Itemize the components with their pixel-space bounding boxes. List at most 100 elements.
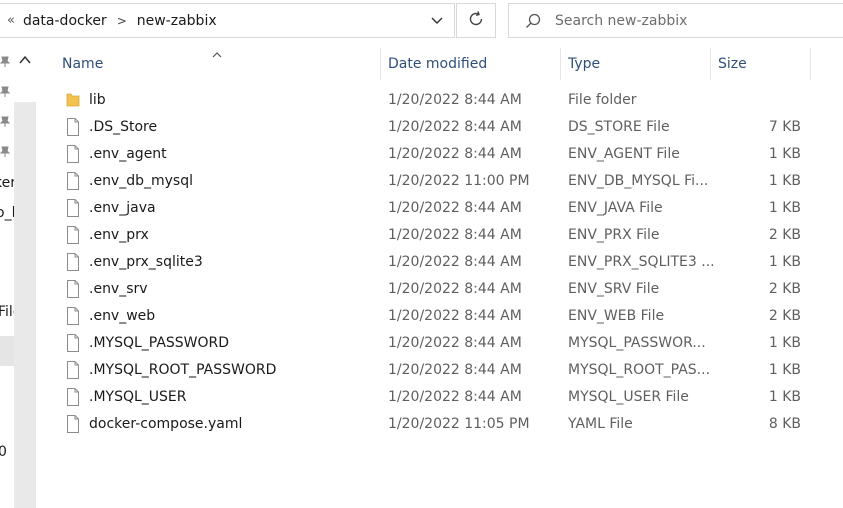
file-date-modified: 1/20/2022 8:44 AM bbox=[388, 92, 522, 108]
address-bar[interactable]: « data-docker > new-zabbix bbox=[0, 3, 455, 38]
file-icon bbox=[66, 280, 80, 302]
breadcrumb-data-docker[interactable]: data-docker bbox=[23, 13, 107, 29]
chevron-down-icon[interactable] bbox=[430, 13, 444, 31]
file-name[interactable]: .MYSQL_USER bbox=[89, 389, 187, 405]
file-size: 1 KB bbox=[768, 389, 801, 405]
file-icon bbox=[66, 145, 80, 167]
file-row[interactable]: .MYSQL_USER 1/20/2022 8:44 AM MYSQL_USER F… bbox=[54, 385, 814, 412]
file-type: ENV_PRX_SQLITE3 ... bbox=[568, 254, 715, 270]
file-type: MYSQL_PASSWOR... bbox=[568, 335, 706, 351]
file-size: 2 KB bbox=[768, 227, 801, 243]
file-name[interactable]: .env_db_mysql bbox=[89, 173, 193, 189]
file-size: 1 KB bbox=[768, 362, 801, 378]
column-divider[interactable] bbox=[710, 48, 711, 80]
file-size: 1 KB bbox=[768, 200, 801, 216]
file-date-modified: 1/20/2022 11:00 PM bbox=[388, 173, 530, 189]
file-date-modified: 1/20/2022 8:44 AM bbox=[388, 281, 522, 297]
scroll-up-arrow-icon[interactable] bbox=[19, 50, 31, 69]
file-date-modified: 1/20/2022 8:44 AM bbox=[388, 200, 522, 216]
column-header-date-modified[interactable]: Date modified bbox=[388, 50, 558, 78]
file-type: File folder bbox=[568, 92, 637, 108]
file-name[interactable]: .DS_Store bbox=[89, 119, 157, 135]
file-name[interactable]: lib bbox=[89, 92, 106, 108]
file-size: 1 KB bbox=[768, 254, 801, 270]
file-type: DS_STORE File bbox=[568, 119, 670, 135]
file-name[interactable]: .env_srv bbox=[89, 281, 148, 297]
file-date-modified: 1/20/2022 8:44 AM bbox=[388, 308, 522, 324]
nav-selected-item[interactable] bbox=[0, 336, 14, 366]
file-date-modified: 1/20/2022 8:44 AM bbox=[388, 335, 522, 351]
file-row[interactable]: .env_prx_sqlite3 1/20/2022 8:44 AM ENV_PRX… bbox=[54, 250, 814, 277]
file-date-modified: 1/20/2022 11:05 PM bbox=[388, 416, 530, 432]
file-name[interactable]: .env_prx bbox=[89, 227, 149, 243]
file-size: 1 KB bbox=[768, 335, 801, 351]
pin-icon[interactable] bbox=[0, 146, 11, 161]
pin-icon[interactable] bbox=[0, 56, 11, 71]
folder-icon bbox=[66, 91, 80, 113]
breadcrumb-separator[interactable]: > bbox=[117, 14, 127, 28]
scrollbar-thumb[interactable] bbox=[14, 102, 36, 508]
file-row[interactable]: lib 1/20/2022 8:44 AM File folder bbox=[54, 88, 814, 115]
file-date-modified: 1/20/2022 8:44 AM bbox=[388, 146, 522, 162]
nav-item-label[interactable]: o_l bbox=[0, 205, 14, 221]
file-size: 7 KB bbox=[768, 119, 801, 135]
file-date-modified: 1/20/2022 8:44 AM bbox=[388, 119, 522, 135]
file-date-modified: 1/20/2022 8:44 AM bbox=[388, 389, 522, 405]
file-type: ENV_SRV File bbox=[568, 281, 660, 297]
file-icon bbox=[66, 361, 80, 383]
search-box[interactable]: Search new-zabbix bbox=[508, 3, 843, 38]
column-divider[interactable] bbox=[380, 48, 381, 80]
column-header-size[interactable]: Size bbox=[718, 50, 808, 78]
file-row[interactable]: .DS_Store 1/20/2022 8:44 AM DS_STORE File 7… bbox=[54, 115, 814, 142]
file-type: ENV_JAVA File bbox=[568, 200, 663, 216]
file-row[interactable]: .env_agent 1/20/2022 8:44 AM ENV_AGENT Fil… bbox=[54, 142, 814, 169]
file-size: 1 KB bbox=[768, 173, 801, 189]
file-type: YAML File bbox=[568, 416, 633, 432]
file-icon bbox=[66, 199, 80, 221]
file-row[interactable]: .env_srv 1/20/2022 8:44 AM ENV_SRV File 2 K… bbox=[54, 277, 814, 304]
file-name[interactable]: .env_web bbox=[89, 308, 155, 324]
file-type: MYSQL_USER File bbox=[568, 389, 689, 405]
file-icon bbox=[66, 334, 80, 356]
column-divider[interactable] bbox=[810, 48, 811, 80]
file-row[interactable]: .MYSQL_ROOT_PASSWORD 1/20/2022 8:44 AM MYS… bbox=[54, 358, 814, 385]
overflow-chevron-icon[interactable]: « bbox=[7, 13, 15, 28]
file-row[interactable]: .env_prx 1/20/2022 8:44 AM ENV_PRX File 2 K… bbox=[54, 223, 814, 250]
navigation-scrollbar[interactable] bbox=[14, 44, 36, 508]
search-icon bbox=[525, 13, 541, 29]
search-placeholder: Search new-zabbix bbox=[555, 12, 688, 29]
file-icon bbox=[66, 118, 80, 140]
file-icon bbox=[66, 388, 80, 410]
breadcrumb-new-zabbix[interactable]: new-zabbix bbox=[137, 13, 217, 29]
file-size: 1 KB bbox=[768, 146, 801, 162]
file-name[interactable]: .env_java bbox=[89, 200, 156, 216]
column-header-name[interactable]: Name bbox=[62, 50, 377, 78]
file-name[interactable]: .MYSQL_ROOT_PASSWORD bbox=[89, 362, 276, 378]
pin-icon[interactable] bbox=[0, 86, 11, 101]
column-header-type[interactable]: Type bbox=[568, 50, 708, 78]
file-date-modified: 1/20/2022 8:44 AM bbox=[388, 227, 522, 243]
file-date-modified: 1/20/2022 8:44 AM bbox=[388, 362, 522, 378]
file-name[interactable]: .env_agent bbox=[89, 146, 167, 162]
column-divider[interactable] bbox=[560, 48, 561, 80]
refresh-button[interactable] bbox=[456, 3, 496, 38]
file-row[interactable]: .env_java 1/20/2022 8:44 AM ENV_JAVA File 1… bbox=[54, 196, 814, 223]
nav-item-label[interactable]: 0 bbox=[0, 444, 10, 460]
file-name[interactable]: docker-compose.yaml bbox=[89, 416, 242, 432]
nav-item-label[interactable]: File bbox=[0, 304, 14, 320]
file-size: 8 KB bbox=[768, 416, 801, 432]
file-icon bbox=[66, 307, 80, 329]
nav-item-label[interactable]: ker bbox=[0, 175, 14, 191]
file-name[interactable]: .env_prx_sqlite3 bbox=[89, 254, 203, 270]
file-row[interactable]: .MYSQL_PASSWORD 1/20/2022 8:44 AM MYSQL_PA… bbox=[54, 331, 814, 358]
file-type: ENV_WEB File bbox=[568, 308, 665, 324]
file-row[interactable]: .env_web 1/20/2022 8:44 AM ENV_WEB File 2 K… bbox=[54, 304, 814, 331]
file-row[interactable]: .env_db_mysql 1/20/2022 11:00 PM ENV_DB_MY… bbox=[54, 169, 814, 196]
file-type: ENV_AGENT File bbox=[568, 146, 680, 162]
file-row[interactable]: docker-compose.yaml 1/20/2022 11:05 PM YAM… bbox=[54, 412, 814, 439]
pin-icon[interactable] bbox=[0, 116, 11, 131]
file-type: MYSQL_ROOT_PAS... bbox=[568, 362, 711, 378]
file-name[interactable]: .MYSQL_PASSWORD bbox=[89, 335, 229, 351]
file-size: 2 KB bbox=[768, 308, 801, 324]
file-date-modified: 1/20/2022 8:44 AM bbox=[388, 254, 522, 270]
